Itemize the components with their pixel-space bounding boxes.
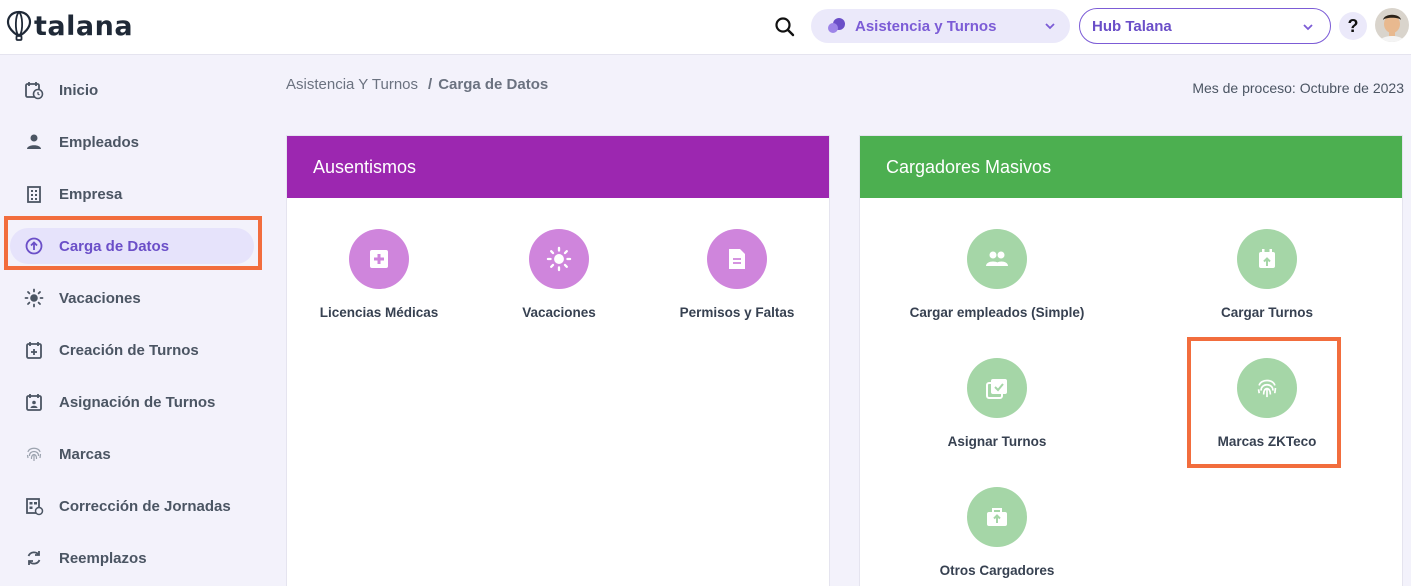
sidebar-item-reemplazos[interactable]: Reemplazos: [10, 540, 254, 576]
tile-label: Otros Cargadores: [939, 563, 1055, 578]
calendar-upload-icon: [1237, 229, 1297, 289]
hub-selector[interactable]: Hub Talana: [1079, 8, 1331, 44]
breadcrumb-separator: /: [428, 76, 433, 93]
fingerprint-icon: [22, 442, 46, 466]
sidebar-item-correccion-de-jornadas[interactable]: Corrección de Jornadas: [10, 488, 254, 524]
user-avatar[interactable]: [1375, 8, 1409, 42]
balloon-logo-icon: [6, 10, 32, 41]
sidebar-item-asignacion-de-turnos[interactable]: Asignación de Turnos: [10, 384, 254, 420]
sidebar-item-label: Vacaciones: [59, 289, 141, 307]
sidebar-item-label: Marcas: [59, 445, 111, 463]
otros-cargadores-tile[interactable]: Otros Cargadores: [907, 487, 1087, 578]
sun-icon: [22, 286, 46, 310]
help-button[interactable]: ?: [1339, 12, 1367, 40]
user-avatar-icon: [1375, 8, 1409, 42]
search-button[interactable]: [772, 14, 798, 40]
top-bar: talana Asistencia y Turnos Hub Talana ?: [0, 0, 1411, 55]
group-icon: [967, 229, 1027, 289]
vacaciones-tile[interactable]: Vacaciones: [469, 229, 649, 320]
briefcase-upload-icon: [967, 487, 1027, 547]
sync-icon: [22, 546, 46, 570]
medical-plus-icon: [349, 229, 409, 289]
building-icon: [22, 182, 46, 206]
sidebar-item-marcas[interactable]: Marcas: [10, 436, 254, 472]
cargadores-header: Cargadores Masivos: [860, 136, 1402, 198]
sidebar-item-label: Carga de Datos: [59, 237, 170, 255]
sidebar-item-creacion-de-turnos[interactable]: Creación de Turnos: [10, 332, 254, 368]
document-icon: [707, 229, 767, 289]
ausentismos-header: Ausentismos: [287, 136, 829, 198]
fingerprint-icon: [1237, 358, 1297, 418]
sidebar-item-label: Inicio: [59, 81, 99, 99]
person-icon: [22, 130, 46, 154]
module-selector[interactable]: Asistencia y Turnos: [811, 9, 1070, 43]
chevron-down-icon: [1045, 23, 1055, 30]
sidebar-item-label: Empleados: [59, 133, 140, 151]
search-icon: [775, 17, 795, 37]
tile-label: Licencias Médicas: [319, 305, 439, 320]
ausentismos-card: Ausentismos Licencias Médicas Vacaciones…: [286, 135, 830, 586]
talana-logo[interactable]: talana: [6, 10, 133, 42]
brand-name: talana: [34, 10, 134, 42]
sidebar-item-label: Asignación de Turnos: [59, 393, 216, 411]
upload-circle-icon: [22, 234, 46, 258]
sun-icon: [529, 229, 589, 289]
tile-label: Asignar Turnos: [947, 434, 1047, 449]
chevron-down-icon: [1303, 24, 1313, 31]
cargar-turnos-tile[interactable]: Cargar Turnos: [1177, 229, 1357, 320]
sidebar-item-carga-de-datos[interactable]: Carga de Datos: [10, 228, 254, 264]
sidebar-item-empleados[interactable]: Empleados: [10, 124, 254, 160]
schedule-edit-icon: [22, 494, 46, 518]
sidebar-item-label: Corrección de Jornadas: [59, 497, 231, 515]
module-blob-icon: [828, 18, 845, 33]
sidebar-item-empresa[interactable]: Empresa: [10, 176, 254, 212]
calendar-clock-icon: [22, 78, 46, 102]
tile-label: Vacaciones: [522, 305, 596, 320]
breadcrumb-current: Carga de Datos: [438, 76, 549, 93]
cargadores-masivos-card: Cargadores Masivos Cargar empleados (Sim…: [859, 135, 1403, 586]
breadcrumb-parent-link[interactable]: Asistencia Y Turnos: [286, 76, 418, 93]
calendar-person-icon: [22, 390, 46, 414]
sidebar-item-label: Creación de Turnos: [59, 341, 199, 359]
asignar-turnos-tile[interactable]: Asignar Turnos: [907, 358, 1087, 449]
tile-label: Permisos y Faltas: [679, 305, 795, 320]
sidebar-item-inicio[interactable]: Inicio: [10, 72, 254, 108]
tile-label: Cargar Turnos: [1220, 305, 1313, 320]
tile-label: Cargar empleados (Simple): [909, 305, 1085, 320]
cargar-empleados-tile[interactable]: Cargar empleados (Simple): [907, 229, 1087, 320]
hub-selector-label: Hub Talana: [1092, 17, 1172, 35]
process-month: Mes de proceso: Octubre de 2023: [1192, 80, 1404, 96]
permisos-y-faltas-tile[interactable]: Permisos y Faltas: [647, 229, 827, 320]
sidebar-item-label: Reemplazos: [59, 549, 147, 567]
breadcrumb: Asistencia Y Turnos / Carga de Datos: [286, 76, 548, 93]
licencias-medicas-tile[interactable]: Licencias Médicas: [289, 229, 469, 320]
calendar-check-stack-icon: [967, 358, 1027, 418]
sidebar-item-label: Empresa: [59, 185, 123, 203]
marcas-zkteco-tile[interactable]: Marcas ZKTeco: [1177, 358, 1357, 449]
module-selector-label: Asistencia y Turnos: [855, 17, 997, 35]
sidebar: Inicio Empleados Empresa Carga de Datos …: [0, 56, 266, 586]
tile-label: Marcas ZKTeco: [1217, 434, 1317, 449]
sidebar-item-vacaciones[interactable]: Vacaciones: [10, 280, 254, 316]
calendar-plus-icon: [22, 338, 46, 362]
